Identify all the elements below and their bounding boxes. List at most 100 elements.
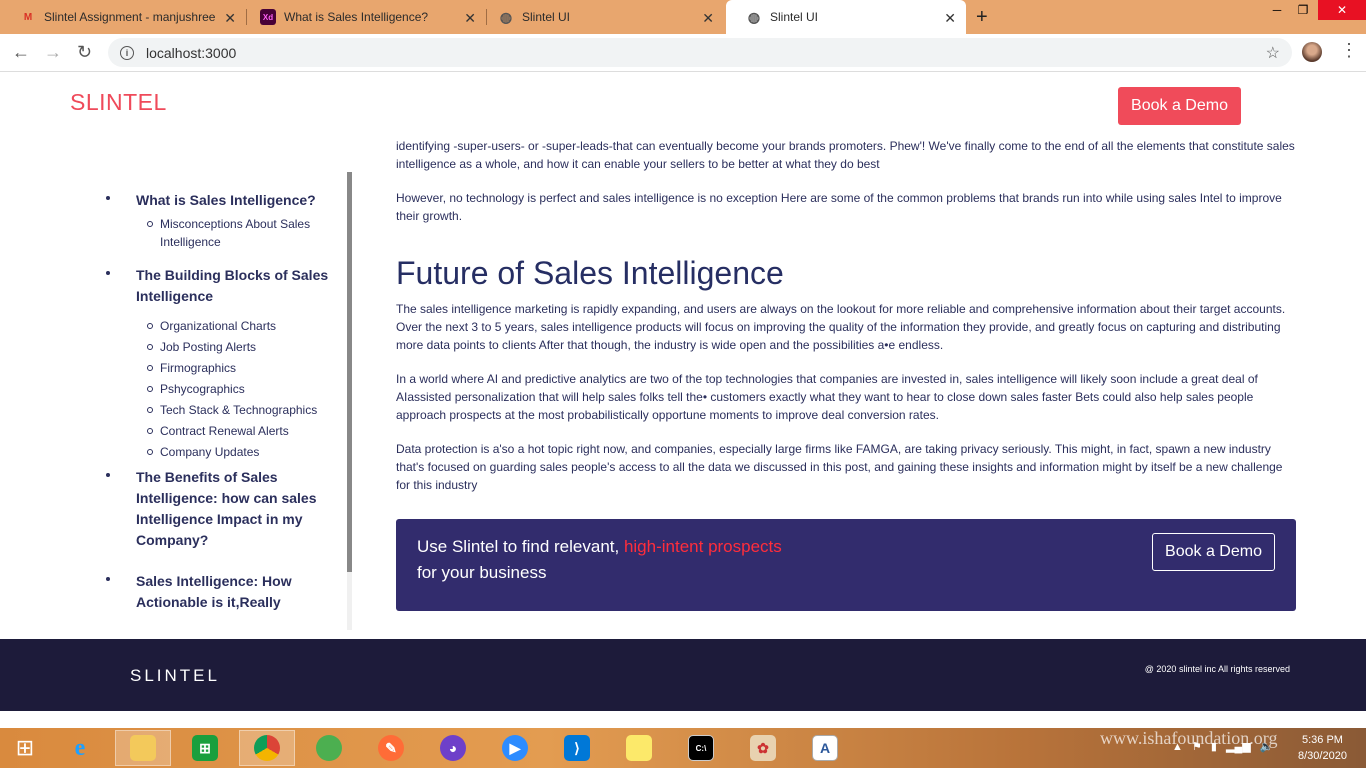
paint-icon: ✿	[750, 735, 776, 761]
sidebar-scrollbar[interactable]	[347, 172, 352, 630]
toc-subitem[interactable]: Tech Stack & Technographics	[136, 401, 334, 419]
forward-arrow-icon[interactable]: →	[44, 42, 62, 63]
start-button[interactable]: ⊞	[0, 730, 50, 766]
taskbar-store[interactable]: ⊞	[177, 730, 233, 766]
system-tray[interactable]: ▲ ⚑ ▮ ▂▄▆ 🔈	[1172, 740, 1274, 753]
close-icon[interactable]: ✕	[224, 10, 236, 27]
tab-title: Slintel UI	[522, 10, 571, 24]
tab-slintel-ui-active[interactable]: ◍ Slintel UI ✕	[726, 0, 966, 34]
chrome-icon	[254, 735, 280, 761]
star-icon[interactable]: ☆	[1266, 43, 1280, 63]
clock-time: 5:36 PM	[1301, 734, 1343, 746]
new-tab-button[interactable]: +	[976, 6, 988, 29]
tab-gmail[interactable]: M Slintel Assignment - manjushree ✕	[0, 0, 246, 34]
paragraph: However, no technology is perfect and sa…	[396, 191, 1282, 223]
restore-button[interactable]: ❐	[1290, 0, 1316, 20]
volume-icon[interactable]: 🔈	[1260, 741, 1274, 753]
taskbar-app[interactable]	[301, 730, 357, 766]
taskbar-paint[interactable]: ✿	[735, 730, 791, 766]
xd-icon: Xd	[260, 9, 276, 25]
bullet	[106, 271, 110, 275]
toc-item-title[interactable]: The Benefits of Sales Intelligence: how …	[136, 467, 334, 551]
site-logo[interactable]: SLINTEL	[70, 89, 167, 116]
cta-book-demo-button[interactable]: Book a Demo	[1152, 533, 1275, 571]
tab-slintel-ui[interactable]: ◍ Slintel UI ✕	[478, 0, 724, 34]
page: SLINTEL Book a Demo What is Sales Intell…	[0, 72, 1366, 711]
reload-icon[interactable]: ↻	[77, 42, 92, 63]
taskbar-wordpad[interactable]: A	[797, 730, 853, 766]
tab-title: What is Sales Intelligence?	[284, 10, 429, 24]
flag-icon[interactable]: ⚑	[1192, 741, 1202, 753]
toc-subitem[interactable]: Pshycographics	[136, 380, 334, 398]
signal-icon[interactable]: ▂▄▆	[1226, 741, 1251, 753]
app-icon	[316, 735, 342, 761]
tab-title: Slintel Assignment - manjushree	[44, 10, 216, 24]
toc-item[interactable]: The Building Blocks of Sales Intelligenc…	[90, 265, 334, 461]
avatar[interactable]	[1302, 42, 1322, 62]
taskbar-zoom[interactable]: ▶	[487, 730, 543, 766]
cta-text: Use Slintel to find relevant, high-inten…	[417, 537, 782, 557]
taskbar-ie[interactable]: e	[52, 730, 108, 766]
globe-icon: ◍	[747, 8, 761, 25]
taskbar-chrome[interactable]	[239, 730, 295, 766]
close-icon[interactable]: ✕	[702, 10, 714, 27]
globe-icon: ◍	[499, 8, 513, 25]
paragraph: The sales intelligence marketing is rapi…	[396, 302, 1286, 352]
chevron-up-icon[interactable]: ▲	[1172, 741, 1183, 753]
table-of-contents: What is Sales Intelligence? Misconceptio…	[90, 172, 352, 630]
taskbar-github[interactable]: ◕	[425, 730, 481, 766]
toc-subitem[interactable]: Company Updates	[136, 443, 334, 461]
footer: SLINTEL @ 2020 slintel inc All rights re…	[0, 639, 1366, 711]
article-content: identifying -super-users- or -super-lead…	[396, 137, 1296, 510]
windows-icon: ⊞	[15, 735, 35, 760]
taskbar-cmd[interactable]: C:\	[673, 730, 729, 766]
toc-sublist: Misconceptions About Sales Intelligence	[136, 215, 334, 251]
menu-icon[interactable]: ⋮	[1340, 40, 1358, 61]
terminal-icon: C:\	[688, 735, 714, 761]
postman-icon: ✎	[378, 735, 404, 761]
folder-icon	[130, 735, 156, 761]
toc-list: What is Sales Intelligence? Misconceptio…	[90, 172, 334, 613]
cta-text-b: for your business	[417, 563, 547, 582]
store-icon: ⊞	[192, 735, 218, 761]
minimize-button[interactable]: ─	[1264, 0, 1290, 20]
github-icon: ◕	[440, 735, 466, 761]
toc-sublist: Organizational Charts Job Posting Alerts…	[136, 317, 334, 461]
toc-subitem[interactable]: Firmographics	[136, 359, 334, 377]
close-window-button[interactable]: ✕	[1318, 0, 1366, 20]
close-icon[interactable]: ✕	[464, 10, 476, 27]
taskbar-postman[interactable]: ✎	[363, 730, 419, 766]
browser-tab-strip: M Slintel Assignment - manjushree ✕ Xd W…	[0, 0, 1366, 34]
bullet	[106, 196, 110, 200]
toc-item[interactable]: Sales Intelligence: How Actionable is it…	[90, 571, 334, 613]
toc-item-title[interactable]: Sales Intelligence: How Actionable is it…	[136, 571, 334, 613]
book-demo-button[interactable]: Book a Demo	[1118, 87, 1241, 125]
scrollbar-thumb[interactable]	[347, 172, 352, 572]
address-bar: ← → ↻ i localhost:3000 ☆ ⋮	[0, 34, 1366, 72]
tab-sales-intelligence[interactable]: Xd What is Sales Intelligence? ✕	[240, 0, 486, 34]
close-icon[interactable]: ✕	[944, 10, 956, 27]
battery-icon[interactable]: ▮	[1211, 741, 1217, 753]
clock[interactable]: 5:36 PM 8/30/2020	[1298, 732, 1347, 764]
toc-item[interactable]: What is Sales Intelligence? Misconceptio…	[90, 190, 334, 251]
back-arrow-icon[interactable]: ←	[12, 42, 30, 63]
copyright: @ 2020 slintel inc All rights reserved	[1144, 664, 1290, 674]
url-input[interactable]: i localhost:3000 ☆	[108, 38, 1292, 67]
info-icon[interactable]: i	[120, 45, 134, 60]
taskbar-explorer[interactable]	[115, 730, 171, 766]
vscode-icon: ⟩	[564, 735, 590, 761]
toc-item[interactable]: The Benefits of Sales Intelligence: how …	[90, 467, 334, 551]
toc-subitem[interactable]: Misconceptions About Sales Intelligence	[136, 215, 334, 251]
cta-text-a: Use Slintel to find relevant,	[417, 537, 624, 556]
toc-item-title[interactable]: The Building Blocks of Sales Intelligenc…	[136, 265, 334, 307]
toc-subitem[interactable]: Organizational Charts	[136, 317, 334, 335]
url-text: localhost:3000	[146, 44, 237, 61]
taskbar-vscode[interactable]: ⟩	[549, 730, 605, 766]
taskbar-notes[interactable]	[611, 730, 667, 766]
footer-logo: SLINTEL	[130, 666, 220, 685]
gmail-icon: M	[23, 11, 33, 23]
toc-item-title[interactable]: What is Sales Intelligence?	[136, 190, 334, 211]
toc-subitem[interactable]: Contract Renewal Alerts	[136, 422, 334, 440]
toc-subitem[interactable]: Job Posting Alerts	[136, 338, 334, 356]
bullet	[106, 473, 110, 477]
